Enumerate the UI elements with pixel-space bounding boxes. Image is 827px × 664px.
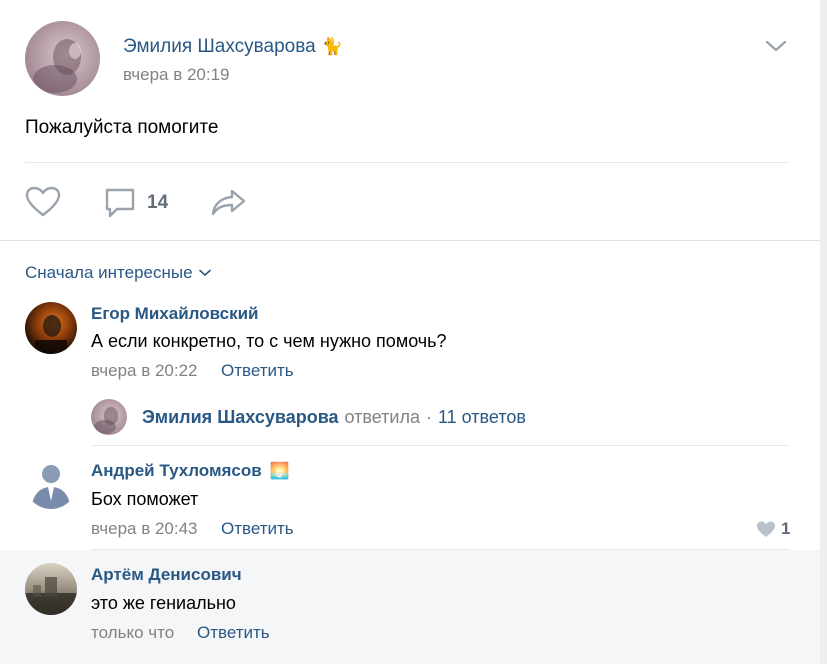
post-text: Пожалуйста помогите	[25, 117, 219, 138]
comment-time[interactable]: только что	[91, 623, 174, 643]
post-divider	[25, 162, 790, 163]
thread-verb: ответила	[344, 407, 420, 427]
comment-time[interactable]: вчера в 20:43	[91, 519, 198, 539]
reply-button[interactable]: Ответить	[221, 519, 294, 539]
post-time[interactable]: вчера в 20:19	[123, 65, 230, 85]
sort-chevron-down-icon	[198, 269, 211, 277]
comment-author-name[interactable]: Артём Денисович	[91, 565, 242, 585]
reply-button[interactable]: Ответить	[197, 623, 270, 643]
comment-author-row: Андрей Тухломясов 🌅	[91, 461, 290, 481]
comment-time[interactable]: вчера в 20:22	[91, 361, 198, 381]
avatar-illustration	[31, 465, 71, 509]
comment-author-name[interactable]: Егор Михайловский	[91, 304, 259, 324]
comment-text: это же гениально	[91, 593, 236, 613]
thread-author-name[interactable]: Эмилия Шахсуварова	[142, 407, 339, 428]
thread-author-avatar[interactable]	[91, 399, 127, 435]
comment-author-avatar[interactable]	[25, 302, 77, 354]
like-heart-icon[interactable]	[25, 186, 61, 218]
post-menu-chevron-icon[interactable]	[764, 38, 788, 54]
avatar-illustration	[35, 315, 67, 354]
avatar-illustration	[33, 39, 81, 93]
comment-like-button[interactable]: 1	[756, 519, 790, 539]
comment-text: А если конкретно, то с чем нужно помочь?	[91, 331, 447, 351]
avatar-illustration	[94, 407, 118, 434]
share-arrow-icon[interactable]	[210, 187, 248, 217]
post-author-name[interactable]: Эмилия Шахсуварова	[123, 36, 316, 58]
thread-replies-link[interactable]: 11 ответов	[438, 407, 526, 428]
comments-count[interactable]: 14	[147, 192, 168, 214]
comment-author-emoji: 🌅	[269, 463, 290, 480]
comment-author-name[interactable]: Андрей Тухломясов	[91, 461, 262, 481]
comment-divider	[91, 445, 790, 446]
comment-bubble-icon[interactable]	[103, 187, 137, 219]
post-author-avatar[interactable]	[25, 21, 100, 96]
actions-divider	[0, 240, 820, 241]
comment-author-avatar[interactable]	[25, 457, 77, 509]
comments-sort-dropdown[interactable]: Сначала интересные	[25, 263, 211, 283]
sort-label: Сначала интересные	[25, 263, 193, 282]
heart-filled-icon	[756, 521, 776, 537]
reply-button[interactable]: Ответить	[221, 361, 294, 381]
comment-author-avatar[interactable]	[25, 563, 77, 615]
page-scroll-gutter	[820, 0, 827, 664]
post-author-emoji: 🐈	[321, 37, 343, 56]
thread-separator: ·	[426, 407, 432, 427]
comment-text: Бох поможет	[91, 489, 199, 509]
post-author-row: Эмилия Шахсуварова 🐈	[123, 36, 343, 58]
thread-summary[interactable]: Эмилия Шахсуварова ответила · 11 ответов	[142, 407, 526, 428]
avatar-illustration	[25, 577, 77, 615]
comment-like-count: 1	[781, 519, 791, 538]
